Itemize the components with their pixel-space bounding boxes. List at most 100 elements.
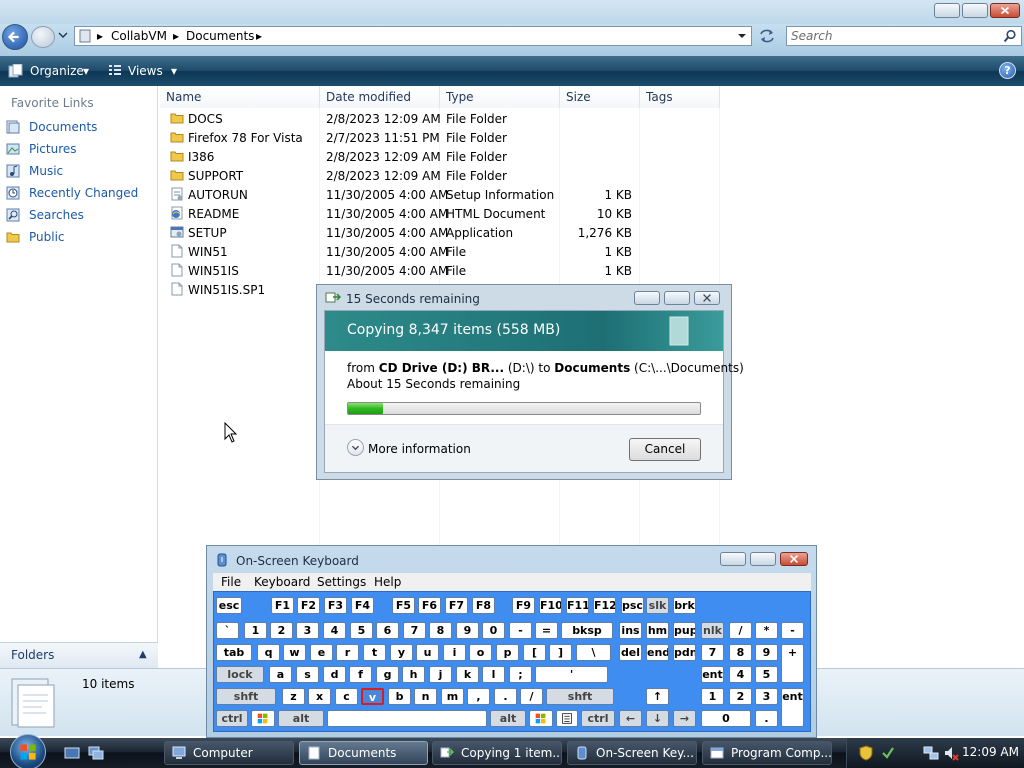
more-information-label[interactable]: More information — [368, 442, 471, 456]
key-t[interactable]: t — [363, 644, 386, 661]
copy-close-button[interactable] — [694, 291, 720, 305]
search-input[interactable]: Search — [786, 26, 1022, 46]
file-row[interactable]: WIN51IS 11/30/2005 4:00 AM File 1 KB — [160, 262, 660, 281]
key-b[interactable]: b — [388, 688, 411, 705]
key-1[interactable]: 1 — [701, 688, 724, 705]
file-row[interactable]: README 11/30/2005 4:00 AM HTML Document 10 … — [160, 205, 660, 224]
close-button[interactable] — [990, 3, 1020, 18]
key-g[interactable]: g — [376, 666, 399, 683]
key-8[interactable]: 8 — [729, 644, 752, 661]
key-psc[interactable]: psc — [621, 597, 644, 614]
nav-item-recently-changed[interactable]: Recently Changed — [6, 183, 138, 203]
key-h[interactable]: h — [402, 666, 425, 683]
key-o[interactable]: o — [469, 644, 492, 661]
key-9[interactable]: 9 — [755, 644, 778, 661]
refresh-button[interactable] — [756, 27, 778, 45]
key-5[interactable]: 5 — [350, 622, 373, 639]
key-/[interactable]: / — [729, 622, 752, 639]
switch-windows-button[interactable] — [88, 746, 104, 760]
menu-help[interactable]: Help — [374, 574, 401, 590]
key-F6[interactable]: F6 — [418, 597, 441, 614]
key-6[interactable]: 6 — [376, 622, 399, 639]
key-brk[interactable]: brk — [673, 597, 696, 614]
help-button[interactable]: ? — [999, 62, 1016, 79]
key-4[interactable]: 4 — [729, 666, 752, 683]
destination-name[interactable]: Documents — [554, 361, 630, 375]
file-row[interactable]: Firefox 78 For Vista 2/7/2023 11:51 PM Fil… — [160, 129, 660, 148]
taskbar-item-copying[interactable]: Copying 1 item... — [432, 741, 562, 765]
key-n[interactable]: n — [414, 688, 437, 705]
key-numpad-0[interactable]: 0 — [701, 710, 751, 727]
key-8[interactable]: 8 — [429, 622, 452, 639]
security-shield-icon[interactable] — [859, 745, 873, 761]
key-windows[interactable] — [251, 710, 275, 727]
key-ent[interactable]: ent — [701, 666, 724, 683]
copy-maximize-button[interactable] — [664, 291, 690, 305]
nav-item-searches[interactable]: Searches — [6, 205, 84, 225]
folders-toggle[interactable]: Folders ▲ — [0, 642, 158, 668]
key-,[interactable]: , — [467, 688, 490, 705]
key-F8[interactable]: F8 — [472, 597, 495, 614]
key-right-arrow[interactable]: → — [673, 710, 696, 727]
key-9[interactable]: 9 — [456, 622, 479, 639]
menu-file[interactable]: File — [221, 574, 241, 590]
key-;[interactable]: ; — [509, 666, 532, 683]
key-bksp[interactable]: bksp — [561, 622, 613, 639]
volume-muted-icon[interactable] — [943, 745, 959, 761]
nav-item-documents[interactable]: Documents — [6, 117, 97, 137]
key-`[interactable]: ` — [216, 622, 239, 639]
breadcrumb-documents[interactable]: Documents — [186, 27, 254, 45]
key-esc[interactable]: esc — [216, 597, 242, 614]
key-3[interactable]: 3 — [755, 688, 778, 705]
key-ent[interactable]: ent — [781, 688, 804, 727]
clock[interactable]: 12:09 AM — [962, 745, 1019, 759]
key-k[interactable]: k — [456, 666, 479, 683]
search-icon[interactable] — [1003, 29, 1017, 43]
address-dropdown-button[interactable] — [735, 30, 749, 42]
key-p[interactable]: p — [496, 644, 519, 661]
key-nlk[interactable]: nlk — [701, 622, 724, 639]
column-header-date-modified[interactable]: Date modified — [320, 86, 440, 108]
key--[interactable]: - — [781, 622, 804, 639]
menu-settings[interactable]: Settings — [317, 574, 366, 590]
taskbar-item-program-compatibility[interactable]: Program Comp... — [702, 741, 832, 765]
address-bar[interactable]: ▸ CollabVM ▸ Documents ▸ — [74, 26, 752, 46]
key-F1[interactable]: F1 — [271, 597, 294, 614]
key-=[interactable]: = — [535, 622, 558, 639]
taskbar-item-computer[interactable]: Computer — [164, 741, 294, 765]
key-F5[interactable]: F5 — [392, 597, 415, 614]
key-tab[interactable]: tab — [216, 644, 252, 661]
start-button[interactable] — [10, 734, 46, 768]
key-7[interactable]: 7 — [403, 622, 426, 639]
key-alt[interactable]: alt — [490, 710, 526, 727]
key-/[interactable]: / — [520, 688, 543, 705]
column-header-tags[interactable]: Tags — [640, 86, 720, 108]
key-d[interactable]: d — [323, 666, 346, 683]
key-4[interactable]: 4 — [323, 622, 346, 639]
key-z[interactable]: z — [282, 688, 305, 705]
key-end[interactable]: end — [646, 644, 669, 661]
menu-keyboard[interactable]: Keyboard — [254, 574, 310, 590]
key-left-arrow[interactable]: ← — [619, 710, 642, 727]
breadcrumb-collabvm[interactable]: CollabVM — [111, 27, 167, 45]
key-s[interactable]: s — [296, 666, 319, 683]
more-information-toggle[interactable] — [347, 439, 364, 456]
key-lock[interactable]: lock — [216, 666, 264, 683]
osk-minimize-button[interactable] — [720, 552, 746, 566]
key-q[interactable]: q — [257, 644, 280, 661]
key-1[interactable]: 1 — [244, 622, 267, 639]
taskbar-item-on-screen-keyboard[interactable]: On-Screen Key... — [567, 741, 697, 765]
key-slk[interactable]: slk — [646, 597, 669, 614]
key-F7[interactable]: F7 — [445, 597, 468, 614]
key-y[interactable]: y — [390, 644, 413, 661]
key-F3[interactable]: F3 — [324, 597, 347, 614]
nav-item-pictures[interactable]: Pictures — [6, 139, 77, 159]
back-button[interactable] — [2, 24, 28, 50]
key-windows[interactable] — [529, 710, 553, 727]
key-shft[interactable]: shft — [216, 688, 276, 705]
key-e[interactable]: e — [310, 644, 333, 661]
key-2[interactable]: 2 — [270, 622, 293, 639]
file-row[interactable]: SETUP 11/30/2005 4:00 AM Application 1,276 … — [160, 224, 660, 243]
key-ctrl[interactable]: ctrl — [216, 710, 248, 727]
osk-close-button[interactable] — [780, 552, 808, 566]
